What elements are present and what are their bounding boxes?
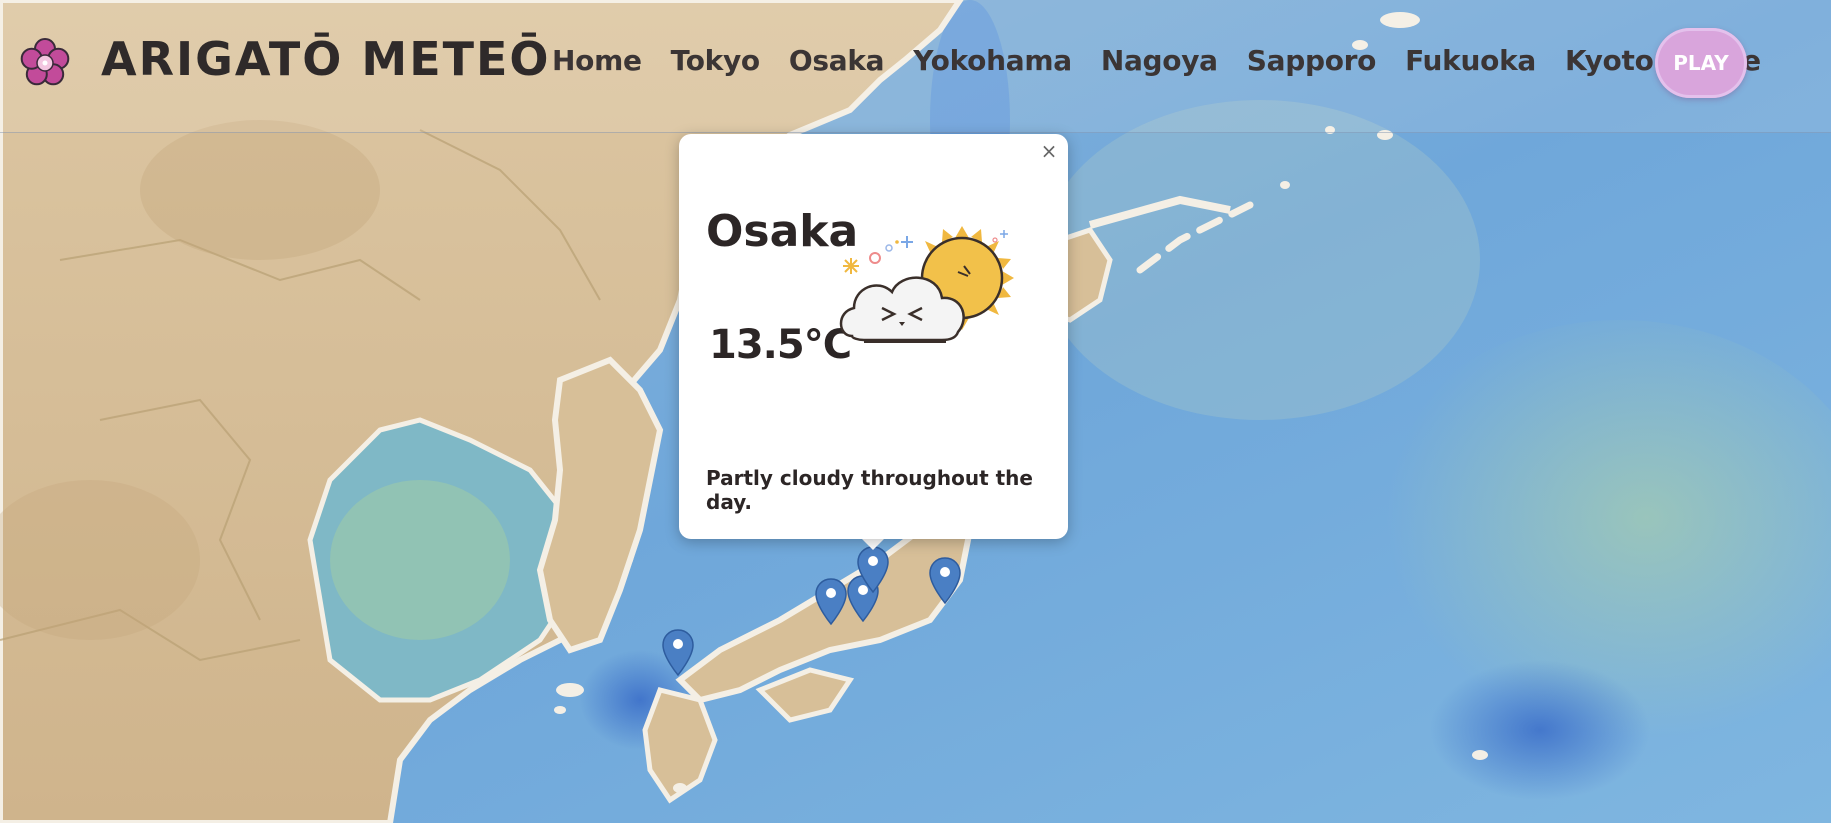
close-icon[interactable]: × bbox=[1038, 140, 1060, 162]
map-marker-fukuoka[interactable] bbox=[661, 628, 695, 678]
sakura-flower-icon[interactable] bbox=[18, 36, 72, 90]
nav-tokyo[interactable]: Tokyo bbox=[671, 44, 761, 77]
map-marker-kyoto[interactable] bbox=[856, 545, 890, 595]
map-marker-tokyo[interactable] bbox=[928, 556, 962, 606]
main-nav: Home Tokyo Osaka Yokohama Nagoya Sapporo… bbox=[552, 44, 1761, 77]
nav-nagoya[interactable]: Nagoya bbox=[1101, 44, 1218, 77]
popup-temperature: 13.5°C bbox=[709, 322, 852, 368]
popup-description: Partly cloudy throughout the day. bbox=[706, 466, 1033, 514]
map-marker-kobe[interactable] bbox=[814, 577, 848, 627]
nav-yokohama[interactable]: Yokohama bbox=[913, 44, 1072, 77]
nav-kyoto[interactable]: Kyoto bbox=[1565, 44, 1654, 77]
nav-fukuoka[interactable]: Fukuoka bbox=[1405, 44, 1536, 77]
weather-popup: × Osaka 13.5°C Partly cloudy throughout … bbox=[679, 134, 1068, 539]
nav-osaka[interactable]: Osaka bbox=[789, 44, 885, 77]
play-button[interactable]: PLAY bbox=[1655, 28, 1747, 98]
site-header: ARIGATŌ METEŌ Home Tokyo Osaka Yokohama … bbox=[0, 0, 1831, 133]
brand-title[interactable]: ARIGATŌ METEŌ bbox=[101, 32, 551, 86]
nav-sapporo[interactable]: Sapporo bbox=[1247, 44, 1377, 77]
nav-home[interactable]: Home bbox=[552, 44, 642, 77]
partly-cloudy-sun-cloud-icon bbox=[839, 226, 1014, 343]
